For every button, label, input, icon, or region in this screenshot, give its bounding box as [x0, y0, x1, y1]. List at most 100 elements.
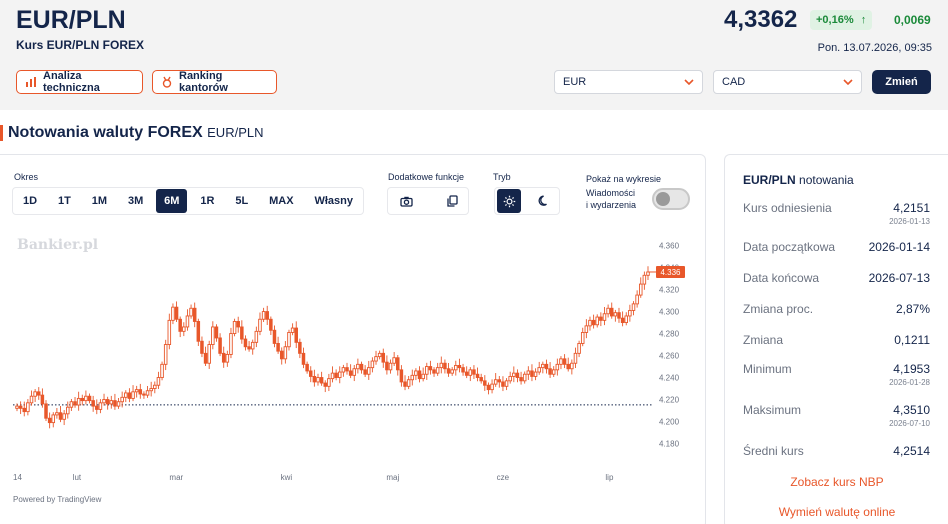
candle-body	[367, 367, 371, 375]
x-tick-label: kwi	[281, 473, 293, 482]
candle-body	[352, 368, 357, 376]
candle-body	[308, 370, 313, 377]
start-date-label: Data początkowa	[743, 240, 836, 254]
reference-rate-label: Kurs odniesienia	[743, 201, 832, 215]
candle-body	[22, 407, 27, 413]
candle-body	[432, 369, 436, 374]
technical-analysis-button[interactable]: Analiza techniczna	[16, 70, 143, 94]
candle-body	[334, 372, 338, 378]
candle-body	[185, 315, 190, 328]
candle-body	[628, 310, 632, 317]
x-tick-label: cze	[497, 473, 510, 482]
candle-body	[461, 367, 465, 373]
candle-body	[305, 363, 309, 372]
candle-body	[570, 362, 574, 370]
chart-credit: Powered by TradingView	[13, 495, 102, 504]
y-tick-label: 4.260	[659, 352, 680, 361]
end-date-label: Data końcowa	[743, 271, 820, 285]
nbp-rate-link[interactable]: Zobacz kurs NBP	[725, 475, 948, 489]
candle-body	[105, 399, 110, 405]
maximum-date: 2026-07-10	[889, 419, 930, 428]
candle-body	[450, 369, 454, 374]
candle-body	[526, 370, 531, 375]
candle-body	[501, 381, 505, 387]
candle-body	[232, 321, 237, 335]
maximum-label: Maksimum	[743, 403, 802, 417]
candle-body	[425, 366, 429, 375]
candle-body	[562, 358, 567, 365]
x-tick-label: lut	[73, 473, 82, 482]
candle-body	[229, 333, 233, 355]
candle-body	[483, 380, 487, 386]
candle-body	[555, 363, 560, 371]
candle-body	[486, 384, 491, 391]
candle-body	[116, 401, 121, 407]
y-tick-label: 4.360	[659, 242, 680, 251]
y-tick-label: 4.180	[659, 440, 680, 449]
candle-body	[323, 382, 328, 387]
candle-body	[87, 395, 92, 402]
candle-body	[377, 352, 382, 358]
exchange-online-link[interactable]: Wymień walutę online	[725, 505, 948, 519]
candle-body	[153, 384, 157, 389]
minimum-date: 2026-01-28	[889, 378, 930, 387]
change-percent: +0,16%	[816, 14, 854, 26]
candle-body	[160, 363, 164, 378]
candle-body	[142, 393, 146, 396]
candle-body	[276, 343, 280, 352]
y-tick-label: 4.240	[659, 374, 680, 383]
y-tick-label: 4.280	[659, 330, 680, 339]
change-currency-button[interactable]: Zmień	[872, 70, 931, 94]
candle-body	[642, 274, 647, 285]
candle-body	[599, 316, 603, 321]
currency-from-select[interactable]: EUR	[554, 70, 703, 94]
candle-body	[591, 319, 596, 326]
section-title: Notowania waluty FOREX EUR/PLN	[8, 124, 264, 142]
candle-body	[250, 341, 255, 350]
header-bar: EUR/PLN Kurs EUR/PLN FOREX 4,3362 +0,16%…	[0, 0, 948, 110]
candle-body	[279, 350, 284, 360]
ranking-button[interactable]: Ranking kantorów	[152, 70, 277, 94]
candle-body	[319, 377, 324, 384]
candle-body	[247, 346, 251, 350]
candle-body	[504, 380, 509, 387]
candle-body	[134, 389, 139, 393]
candle-body	[635, 294, 639, 305]
candle-body	[298, 341, 302, 354]
candle-body	[497, 379, 502, 383]
currency-to-select[interactable]: CAD	[713, 70, 862, 94]
candlestick-chart[interactable]: Bankier.pl 4.3604.3404.3204.3004.2804.26…	[0, 154, 706, 524]
candle-body	[388, 362, 393, 371]
candle-body	[566, 363, 570, 370]
candle-body	[490, 383, 494, 391]
section-title-main: Notowania waluty FOREX	[8, 124, 203, 141]
candle-body	[33, 391, 37, 397]
candle-body	[272, 329, 277, 344]
candle-body	[243, 338, 248, 348]
candle-body	[62, 413, 66, 420]
candle-body	[508, 375, 512, 382]
candle-body	[370, 360, 375, 369]
candle-body	[225, 353, 230, 363]
candle-body	[218, 337, 222, 354]
candle-body	[435, 367, 440, 374]
candle-body	[131, 391, 135, 399]
start-date-value: 2026-01-14	[868, 240, 930, 254]
candle-body	[457, 364, 462, 369]
candle-body	[624, 315, 628, 324]
section-accent	[0, 125, 3, 141]
change-absolute: 0,0069	[894, 13, 931, 27]
reference-rate-value: 4,2151	[893, 201, 930, 215]
candle-body	[37, 391, 41, 396]
candle-body	[385, 361, 389, 371]
change-value: 0,1211	[894, 333, 930, 347]
candle-body	[403, 381, 407, 387]
arrow-up-icon: ↑	[860, 14, 867, 26]
candle-body	[312, 375, 317, 383]
info-card: EUR/PLN notowania Kurs odniesienia 4,215…	[724, 154, 948, 524]
candle-body	[468, 369, 473, 376]
candle-body	[240, 326, 244, 340]
candle-body	[69, 401, 74, 408]
candle-body	[327, 378, 331, 387]
candle-body	[167, 319, 172, 345]
